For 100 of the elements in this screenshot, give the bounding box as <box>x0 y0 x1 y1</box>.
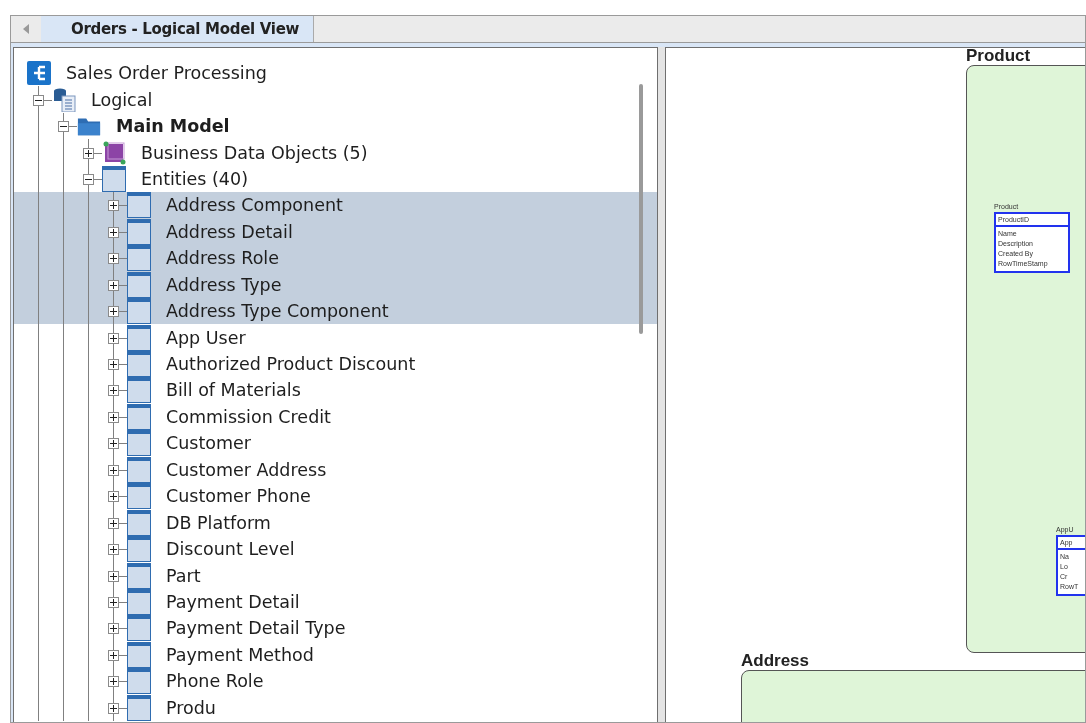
tree-item-label: Phone Role <box>166 671 264 692</box>
tree-item[interactable]: Address Type Component <box>14 297 657 325</box>
expand-icon[interactable] <box>108 253 119 265</box>
expand-icon[interactable] <box>108 226 119 238</box>
tree-item-label: Customer Phone <box>166 486 311 507</box>
tree-item-label: Discount Level <box>166 539 295 560</box>
tree-item-label: App User <box>166 327 246 348</box>
tree-item[interactable]: Produ <box>14 694 657 721</box>
entity-icon <box>127 588 151 615</box>
tree-item-label: Entities (40) <box>141 168 248 189</box>
group-title: Product <box>966 48 1031 66</box>
tree-item[interactable]: Payment Detail <box>14 588 657 616</box>
entity-icon <box>127 615 151 642</box>
expand-icon[interactable] <box>108 464 119 476</box>
expand-icon[interactable] <box>108 570 119 582</box>
tree-item[interactable]: Commission Credit <box>14 403 657 431</box>
expand-icon[interactable] <box>108 200 119 212</box>
entity-icon <box>127 668 151 695</box>
tree-item-label: Customer Address <box>166 459 327 480</box>
expand-icon[interactable] <box>108 438 119 450</box>
entity-icon <box>127 430 151 457</box>
expand-icon[interactable] <box>108 517 119 529</box>
expand-icon[interactable] <box>108 385 119 397</box>
business-object-icon <box>102 140 126 165</box>
entity-icon <box>127 536 151 563</box>
entity-icon <box>127 509 151 536</box>
tree-item[interactable]: Business Data Objects (5) <box>14 139 657 166</box>
tree-item-label: Customer <box>166 433 251 454</box>
document-tab[interactable]: Orders - Logical Model View <box>41 16 315 42</box>
tree-item[interactable]: Main Model <box>14 112 657 140</box>
expand-icon[interactable] <box>108 332 119 344</box>
expand-icon[interactable] <box>108 411 119 423</box>
entity-icon <box>127 351 151 378</box>
expand-icon[interactable] <box>108 649 119 661</box>
tree-item[interactable]: Authorized Product Discount <box>14 350 657 378</box>
entity-icon <box>127 403 151 430</box>
expand-icon[interactable] <box>108 279 119 291</box>
tree-item[interactable]: Sales Order Processing <box>14 60 657 87</box>
entity-icon <box>127 456 151 483</box>
tree-item-label: Payment Method <box>166 644 314 665</box>
tree-item-label: Authorized Product Discount <box>166 354 416 375</box>
tree-item[interactable]: Address Role <box>14 245 657 272</box>
tree-item[interactable]: Address Type <box>14 271 657 298</box>
tree-item-label: Address Type Component <box>166 301 389 322</box>
tree-item[interactable]: Phone Role <box>14 668 657 695</box>
tree-item[interactable]: Bill of Materials <box>14 377 657 404</box>
expand-icon[interactable] <box>108 306 119 318</box>
entity-icon <box>127 377 151 404</box>
tree-item-label: Main Model <box>116 116 230 137</box>
collapse-icon[interactable] <box>33 94 44 106</box>
expand-icon[interactable] <box>108 491 119 503</box>
tree-item-label: Address Detail <box>166 221 293 242</box>
tree-item[interactable]: Logical <box>14 86 657 113</box>
entity-icon <box>127 324 151 351</box>
collapse-icon[interactable] <box>83 173 94 185</box>
tree-item-label: Address Type <box>166 274 282 295</box>
entity-icon <box>127 562 151 589</box>
entity-icon <box>127 483 151 510</box>
tree-item-label: Logical <box>91 89 153 110</box>
tree-item[interactable]: Address Component <box>14 192 657 219</box>
expand-icon[interactable] <box>108 623 119 635</box>
entity-icon <box>127 271 151 298</box>
entity-icon <box>127 641 151 668</box>
tree-item-label: Sales Order Processing <box>66 63 267 84</box>
tree-item[interactable]: Customer Phone <box>14 483 657 510</box>
tree-item[interactable]: Discount Level <box>14 535 657 563</box>
tree-item-label: Produ <box>166 697 216 718</box>
tree-item-label: Address Component <box>166 195 343 216</box>
expand-icon[interactable] <box>108 702 119 714</box>
tree-item[interactable]: Payment Method <box>14 641 657 669</box>
entity-group[interactable] <box>966 65 1085 653</box>
tree-item-label: DB Platform <box>166 512 271 533</box>
model-icon <box>27 61 51 86</box>
tree-item-label: Address Role <box>166 248 279 269</box>
tree-item[interactable]: Entities (40) <box>14 165 657 193</box>
tree-item[interactable]: Address Detail <box>14 218 657 246</box>
entity-icon <box>127 298 151 325</box>
entity-icon <box>127 218 151 245</box>
tree-item-label: Payment Detail Type <box>166 618 346 639</box>
collapse-icon[interactable] <box>58 121 69 133</box>
tree-item-label: Part <box>166 565 201 586</box>
tree-item[interactable]: Part <box>14 562 657 589</box>
group-title: Address <box>741 651 810 671</box>
tree-item-label: Business Data Objects (5) <box>141 142 368 163</box>
tree-item-label: Bill of Materials <box>166 380 301 401</box>
scrollbar-thumb[interactable] <box>639 84 643 334</box>
tree-item[interactable]: Customer <box>14 430 657 457</box>
entity-icon <box>102 165 126 192</box>
tree-item[interactable]: DB Platform <box>14 509 657 536</box>
tree-item-label: Commission Credit <box>166 406 331 427</box>
expand-icon[interactable] <box>108 596 119 608</box>
expand-icon[interactable] <box>108 359 119 371</box>
expand-icon[interactable] <box>108 676 119 688</box>
database-document-icon <box>52 87 76 112</box>
expand-icon[interactable] <box>108 544 119 556</box>
tree-item[interactable]: App User <box>14 324 657 351</box>
tree-item[interactable]: Customer Address <box>14 456 657 483</box>
expand-icon[interactable] <box>83 147 94 159</box>
tree-item[interactable]: Payment Detail Type <box>14 615 657 642</box>
entity-icon <box>127 245 151 272</box>
